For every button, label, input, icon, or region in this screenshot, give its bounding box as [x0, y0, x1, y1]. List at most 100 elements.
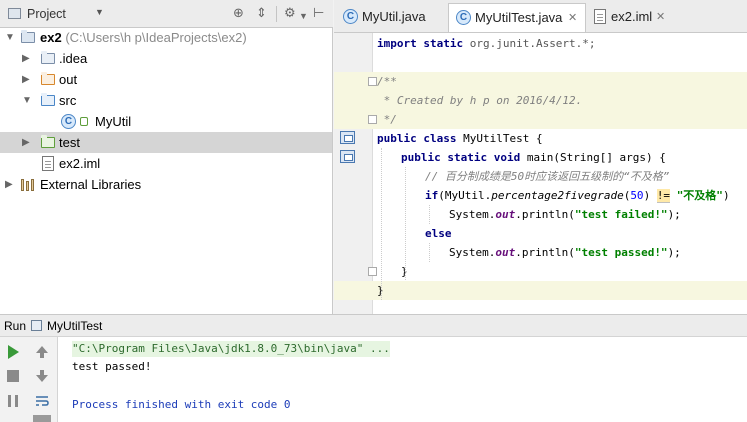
code-line-current: } — [334, 281, 747, 300]
editor-tab-bar: C MyUtil.java C MyUtilTest.java ✕ ex2.im… — [334, 0, 747, 33]
rerun-icon[interactable] — [4, 343, 22, 361]
project-view-title[interactable]: Project — [27, 7, 66, 21]
tree-item-idea[interactable]: ▶ .idea — [0, 48, 332, 69]
tab-myutiltest-java[interactable]: C MyUtilTest.java ✕ — [448, 3, 586, 32]
tree-item-label: ex2.iml — [59, 156, 101, 171]
tree-item-myutil[interactable]: C MyUtil — [0, 111, 332, 132]
tree-item-external-libraries[interactable]: ▶ External Libraries — [0, 174, 332, 195]
class-name: MyUtilTest { — [463, 132, 543, 145]
string-literal: "不及格" — [676, 189, 723, 202]
run-tool-window-header: Run MyUtilTest — [0, 314, 747, 337]
code-line: * Created by h p on 2016/4/12. — [334, 91, 747, 110]
indent-guide — [429, 243, 430, 262]
run-config-icon — [31, 320, 42, 331]
not-equal-operator: != — [656, 189, 671, 203]
else-keyword: else — [425, 227, 452, 240]
code-line: */ — [334, 110, 747, 129]
out-field: out — [495, 246, 516, 259]
code-line: public class MyUtilTest { — [334, 129, 747, 148]
collapse-all-icon[interactable]: ⇕ — [256, 6, 267, 20]
expanded-arrow-icon[interactable]: ▼ — [22, 90, 32, 111]
tree-item-ex2[interactable]: ▼ ex2 (C:\Users\h p\IdeaProjects\ex2) — [0, 27, 332, 48]
gear-icon[interactable]: ⚙ — [284, 6, 296, 20]
console-exit-line: Process finished with exit code 0 — [72, 398, 291, 411]
chevron-down-icon[interactable]: ▼ — [95, 7, 104, 17]
code-line: if(MyUtil.percentage2fivegrade(50) != "不… — [425, 189, 730, 203]
settings-dropdown-icon[interactable]: ▼ — [299, 9, 308, 23]
fold-marker-icon[interactable] — [368, 115, 377, 124]
run-test-class-icon[interactable] — [340, 131, 355, 144]
run-label[interactable]: Run — [4, 315, 26, 337]
project-tool-window: Project ▼ ⊕ ⇕ ⚙ ▼ ⊢ ▼ ex2 (C:\Users\h p\… — [0, 0, 333, 314]
scroll-from-source-icon[interactable]: ⊕ — [233, 6, 244, 20]
run-main-method-icon[interactable] — [340, 150, 355, 163]
println-call: .println( — [515, 246, 575, 259]
hide-panel-icon[interactable]: ⊢ — [313, 6, 324, 20]
down-arrow-icon[interactable] — [33, 367, 51, 385]
tree-item-label: src — [59, 93, 77, 108]
tree-item-label: out — [59, 72, 78, 87]
print-icon[interactable] — [33, 415, 51, 422]
stop-icon[interactable] — [4, 367, 22, 385]
code-line: else — [334, 224, 747, 243]
tab-label: ex2.iml — [611, 9, 653, 24]
expanded-arrow-icon[interactable]: ▼ — [5, 27, 15, 48]
tree-item-label: ex2 — [40, 30, 62, 45]
println-call: .println( — [515, 208, 575, 221]
indent-guide — [405, 167, 406, 280]
close-icon[interactable]: ✕ — [568, 4, 577, 32]
out-field: out — [495, 208, 516, 221]
folder-icon — [41, 51, 55, 64]
tree-item-label: MyUtil — [95, 114, 132, 129]
source-folder-icon — [41, 93, 55, 106]
code-editor[interactable]: import static org.junit.Assert.*; /** * … — [334, 33, 747, 314]
string-literal: "test failed!" — [574, 208, 668, 221]
if-call: (MyUtil. — [438, 189, 492, 202]
console-command-line: "C:\Program Files\Java\jdk1.8.0_73\bin\j… — [72, 341, 390, 357]
collapsed-arrow-icon[interactable]: ▶ — [5, 174, 13, 195]
fold-marker-icon[interactable] — [368, 267, 377, 276]
code-line: } — [334, 262, 747, 281]
close-icon[interactable]: ✕ — [656, 3, 665, 31]
tab-ex2-iml[interactable]: ex2.iml ✕ — [590, 3, 702, 32]
module-folder-icon — [21, 30, 35, 43]
iml-file-icon — [42, 156, 54, 171]
main-signature: main(String[] args) { — [526, 151, 666, 164]
tree-item-out[interactable]: ▶ out — [0, 69, 332, 90]
collapsed-arrow-icon[interactable]: ▶ — [22, 132, 30, 153]
iml-file-icon — [594, 9, 606, 24]
fold-marker-icon[interactable] — [368, 77, 377, 86]
tree-item-label: test — [59, 135, 80, 150]
code-line: /** — [334, 72, 747, 91]
indent-guide — [429, 205, 430, 224]
access-lock-icon — [80, 117, 88, 126]
soft-wrap-icon[interactable] — [33, 392, 51, 410]
up-arrow-icon[interactable] — [33, 343, 51, 361]
code-line: System.out.println("test passed!"); — [334, 243, 747, 262]
collapsed-arrow-icon[interactable]: ▶ — [22, 69, 30, 90]
doc-comment-close: */ — [377, 113, 397, 126]
excluded-folder-icon — [41, 72, 55, 85]
project-view-icon — [8, 8, 21, 19]
tree-item-test[interactable]: ▶ test — [0, 132, 332, 153]
library-icon — [21, 178, 36, 191]
toolbar-separator — [276, 6, 277, 22]
tab-myutil-java[interactable]: C MyUtil.java — [338, 3, 450, 32]
code-comment: // 百分制成绩是50时应该返回五级制的“不及格” — [425, 170, 670, 183]
doc-comment-body: * Created by h p on 2016/4/12. — [377, 94, 583, 107]
statement-end: ); — [667, 246, 681, 259]
indent-guide — [381, 148, 382, 300]
tab-label: MyUtil.java — [362, 9, 426, 24]
code-line: // 百分制成绩是50时应该返回五级制的“不及格” — [334, 167, 747, 186]
tree-item-src[interactable]: ▼ src — [0, 90, 332, 111]
java-class-icon: C — [456, 10, 471, 25]
collapsed-arrow-icon[interactable]: ▶ — [22, 48, 30, 69]
code-line: public static void main(String[] args) { — [334, 148, 747, 167]
tree-item-ex2-iml[interactable]: ex2.iml — [0, 153, 332, 174]
run-toolbar — [0, 337, 58, 422]
pause-icon[interactable] — [4, 392, 22, 410]
doc-comment-open: /** — [377, 75, 397, 88]
test-folder-icon — [41, 135, 55, 148]
run-console[interactable]: "C:\Program Files\Java\jdk1.8.0_73\bin\j… — [58, 337, 747, 422]
run-config-name[interactable]: MyUtilTest — [47, 315, 102, 337]
